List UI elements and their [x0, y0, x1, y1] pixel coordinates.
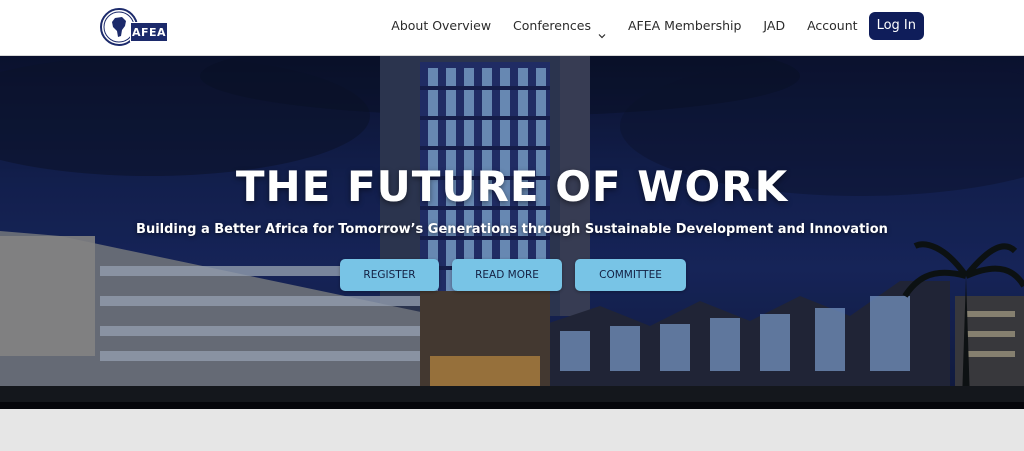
nav-label: Account — [807, 18, 858, 33]
hero-cta-group: REGISTER READ MORE COMMITTEE — [340, 259, 686, 291]
login-button[interactable]: Log In — [868, 12, 924, 40]
hero-title: THE FUTURE OF WORK — [235, 162, 789, 211]
committee-button[interactable]: COMMITTEE — [575, 259, 686, 291]
site-header: AFEA About Overview Conferences AFEA Mem… — [0, 0, 1024, 56]
register-button[interactable]: REGISTER — [340, 259, 439, 291]
nav-label: About Overview — [391, 18, 492, 33]
logo-wordmark: AFEA — [130, 22, 168, 42]
nav-conferences[interactable]: Conferences — [513, 12, 606, 40]
read-more-button[interactable]: READ MORE — [452, 259, 562, 291]
hero-banner: THE FUTURE OF WORK Building a Better Afr… — [0, 56, 1024, 409]
main-nav: About Overview Conferences AFEA Membersh… — [391, 12, 924, 40]
nav-label: AFEA Membership — [628, 18, 742, 33]
nav-about-overview[interactable]: About Overview — [391, 12, 491, 40]
nav-account[interactable]: Account — [807, 12, 857, 40]
afea-logo[interactable]: AFEA — [100, 8, 170, 48]
hero-subtitle: Building a Better Africa for Tomorrow’s … — [136, 222, 888, 237]
content-section-start — [0, 409, 1024, 451]
nav-jad[interactable]: JAD — [763, 12, 785, 40]
chevron-down-icon — [598, 22, 606, 39]
nav-afea-membership[interactable]: AFEA Membership — [628, 12, 741, 40]
nav-label: Conferences — [513, 18, 591, 33]
nav-label: JAD — [763, 18, 786, 33]
